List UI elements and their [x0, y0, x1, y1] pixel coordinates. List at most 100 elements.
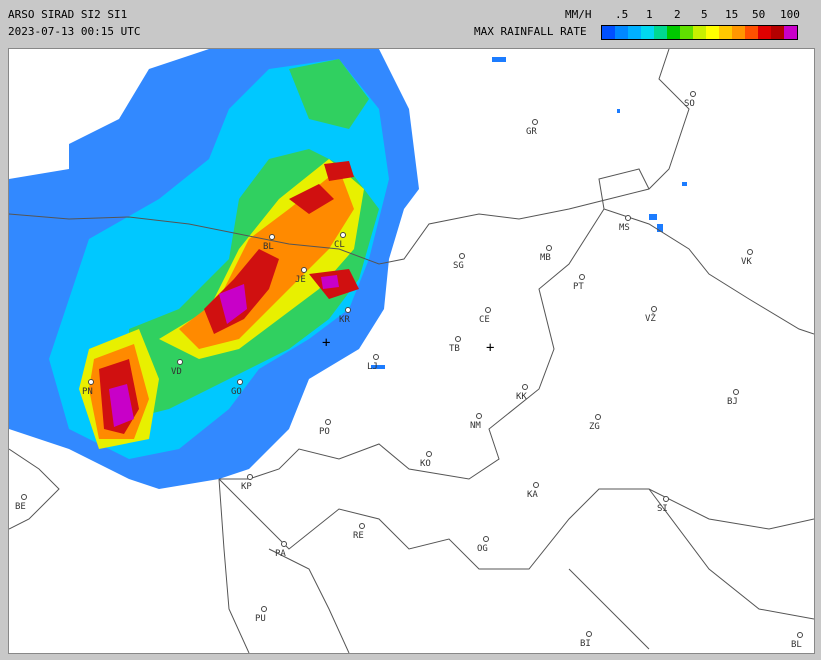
city-code: GR: [526, 127, 537, 137]
city-code: JE: [295, 275, 306, 285]
city-code: CE: [479, 315, 490, 325]
city-code: BE: [15, 502, 26, 512]
city-dot-icon: [579, 274, 585, 280]
city-dot-icon: [476, 413, 482, 419]
city-dot-icon: [237, 379, 243, 385]
city-code: PO: [319, 427, 330, 437]
city-code: ZG: [589, 422, 600, 432]
city-code: GO: [231, 387, 242, 397]
city-code: KA: [527, 490, 538, 500]
city-dot-icon: [586, 631, 592, 637]
city-code: SG: [453, 261, 464, 271]
scale-label: .5: [615, 8, 629, 21]
city-dot-icon: [177, 359, 183, 365]
city-dot-icon: [455, 336, 461, 342]
city-dot-icon: [747, 249, 753, 255]
isolated-echoes: [371, 57, 687, 369]
city-dot-icon: [359, 523, 365, 529]
city-dot-icon: [625, 215, 631, 221]
city-dot-icon: [21, 494, 27, 500]
city-dot-icon: [373, 354, 379, 360]
scale-color-swatch: [667, 26, 680, 39]
city-code: MB: [540, 253, 551, 263]
scale-color-swatch: [706, 26, 719, 39]
city-code: KO: [420, 459, 431, 469]
scale-color-swatch: [732, 26, 745, 39]
city-code: BJ: [727, 397, 738, 407]
legend-title: MAX RAINFALL RATE: [474, 25, 587, 38]
scale-label: 5: [701, 8, 708, 21]
timestamp: 2023-07-13 00:15 UTC: [8, 25, 141, 38]
radar-site-marker: +: [486, 340, 495, 356]
city-dot-icon: [733, 389, 739, 395]
scale-color-swatch: [693, 26, 706, 39]
city-dot-icon: [533, 482, 539, 488]
city-code: KK: [516, 392, 527, 402]
city-dot-icon: [426, 451, 432, 457]
city-code: VD: [171, 367, 182, 377]
color-scale: [601, 25, 798, 40]
city-dot-icon: [325, 419, 331, 425]
city-code: PA: [275, 549, 286, 559]
city-code: CL: [334, 240, 345, 250]
city-code: PN: [82, 387, 93, 397]
city-dot-icon: [483, 536, 489, 542]
city-code: SI: [657, 504, 668, 514]
city-dot-icon: [345, 307, 351, 313]
city-code: PU: [255, 614, 266, 624]
scale-color-swatch: [628, 26, 641, 39]
city-code: VK: [741, 257, 752, 267]
scale-label: 15: [725, 8, 739, 21]
city-code: TB: [449, 344, 460, 354]
scale-color-swatch: [615, 26, 628, 39]
city-code: BL: [263, 242, 274, 252]
city-code: LJ: [367, 362, 378, 372]
scale-color-swatch: [784, 26, 797, 39]
map-svg: [9, 49, 814, 653]
city-dot-icon: [301, 267, 307, 273]
city-code: RE: [353, 531, 364, 541]
scale-label: 2: [674, 8, 681, 21]
city-dot-icon: [663, 496, 669, 502]
city-code: KR: [339, 315, 350, 325]
scale-color-swatch: [641, 26, 654, 39]
scale-color-swatch: [745, 26, 758, 39]
scale-label: 1: [646, 8, 653, 21]
city-dot-icon: [269, 234, 275, 240]
scale-color-swatch: [602, 26, 615, 39]
scale-label: 100: [780, 8, 800, 21]
units-label: MM/H: [565, 8, 592, 21]
scale-label: 50: [752, 8, 766, 21]
city-code: KP: [241, 482, 252, 492]
city-code: VŽ: [645, 314, 656, 324]
city-dot-icon: [281, 541, 287, 547]
city-dot-icon: [485, 307, 491, 313]
city-dot-icon: [546, 245, 552, 251]
city-dot-icon: [522, 384, 528, 390]
city-dot-icon: [532, 119, 538, 125]
scale-color-swatch: [771, 26, 784, 39]
city-code: BI: [580, 639, 591, 649]
radar-map: SO GR CL BL MS MB SG VK JE PT CE KR VŽ TB LJ VD PN GO KK BJ…: [8, 48, 815, 654]
scale-color-swatch: [680, 26, 693, 39]
city-code: MS: [619, 223, 630, 233]
city-dot-icon: [261, 606, 267, 612]
city-dot-icon: [797, 632, 803, 638]
scale-color-swatch: [719, 26, 732, 39]
city-code: SO: [684, 99, 695, 109]
city-code: OG: [477, 544, 488, 554]
radar-window: ARSO SIRAD SI2 SI1 2023-07-13 00:15 UTC …: [0, 0, 821, 660]
city-code: PT: [573, 282, 584, 292]
scale-color-swatch: [758, 26, 771, 39]
radar-site-marker: +: [322, 335, 331, 351]
product-title: ARSO SIRAD SI2 SI1: [8, 8, 128, 21]
city-dot-icon: [340, 232, 346, 238]
city-dot-icon: [690, 91, 696, 97]
city-dot-icon: [459, 253, 465, 259]
city-dot-icon: [651, 306, 657, 312]
scale-color-swatch: [654, 26, 667, 39]
city-dot-icon: [595, 414, 601, 420]
city-code: NM: [470, 421, 481, 431]
city-dot-icon: [88, 379, 94, 385]
city-code: BL: [791, 640, 802, 650]
